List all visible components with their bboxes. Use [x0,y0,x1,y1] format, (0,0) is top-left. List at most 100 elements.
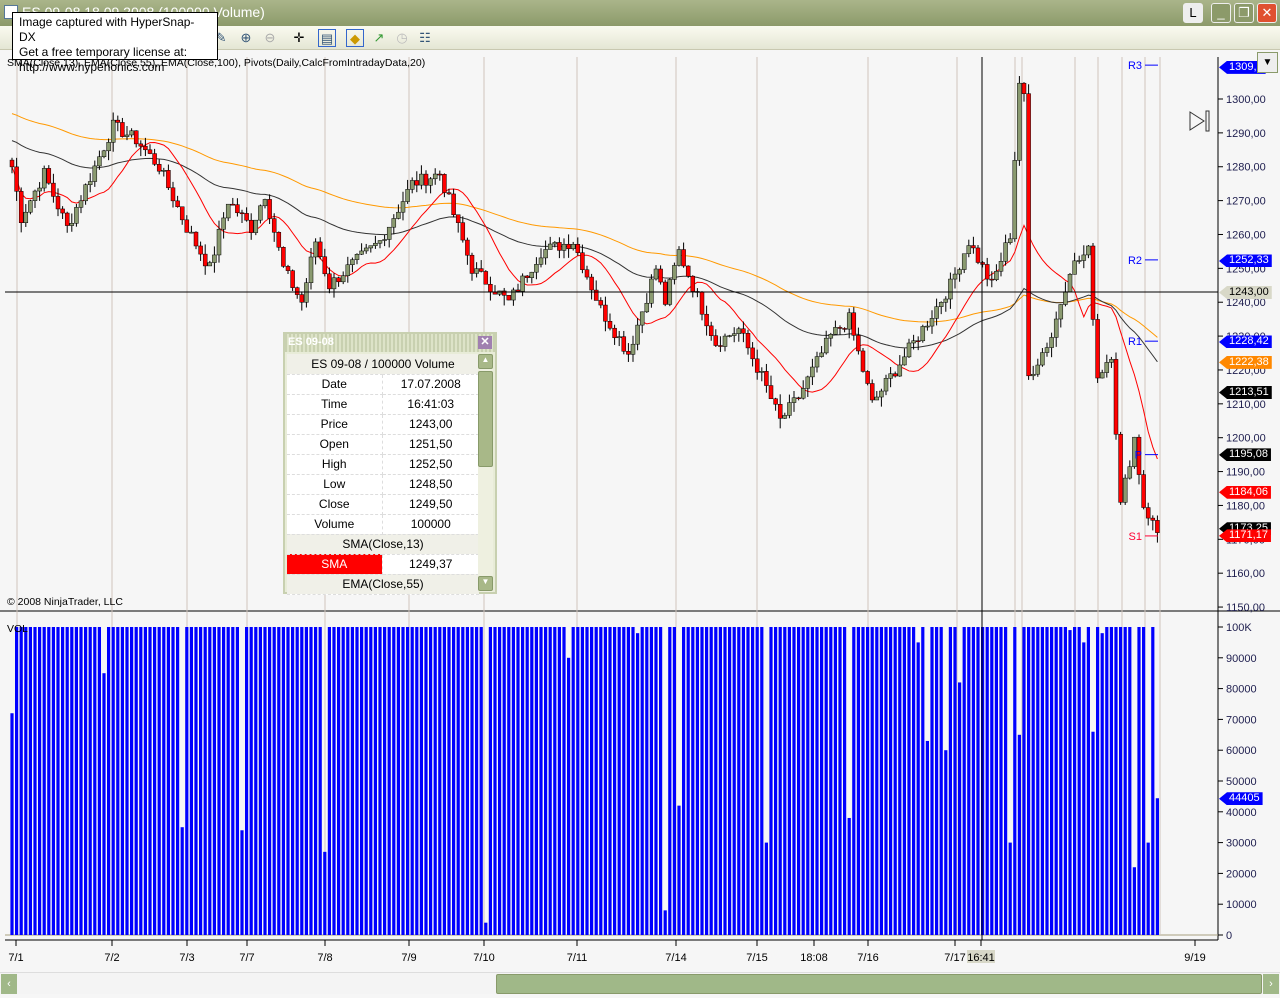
horizontal-scrollbar[interactable]: ‹ › [0,972,1280,994]
zoom-in-icon[interactable]: ⊕ [237,29,255,47]
data-box-window[interactable]: ES 09-08 ✕ ES 09-08 / 100000 Volume Date 1… [283,332,497,595]
clock-icon[interactable]: ◷ [393,29,411,47]
volume-bar [456,627,460,935]
volume-bar [801,627,805,935]
link-button[interactable]: L [1183,3,1203,23]
candle-body [1109,359,1114,363]
candle-body [64,212,70,226]
volume-tick-label: 30000 [1226,838,1257,850]
minimize-button[interactable]: _ [1211,3,1231,23]
volume-tick-label: 70000 [1226,714,1257,726]
volume-bar [994,627,998,935]
volume-bar [134,627,138,935]
candle-body [828,334,834,339]
candle-body [78,200,84,208]
candle-body [961,253,967,270]
volume-bar [686,627,690,935]
chart-menu-dropdown[interactable]: ▼ [1257,52,1278,73]
candle-body [308,256,314,283]
candle-body [345,264,351,276]
volume-bar [626,627,630,935]
volume-bar [51,627,55,935]
price-tick-label: 1180,00 [1226,500,1265,512]
volume-bar [231,627,235,935]
strategy-icon[interactable]: ◆ [346,29,364,47]
scroll-right-button[interactable]: › [1263,974,1279,994]
candle-body [106,142,111,152]
volume-bar [479,627,483,935]
volume-bar [240,830,244,935]
price-chart[interactable]: R3 R2 R1 P S1 1300,00 1290,00 1280,00 1270,00 126… [0,50,1280,972]
zoom-out-icon[interactable]: ⊖ [261,29,279,47]
volume-bar [341,627,345,935]
volume-bar [907,627,911,935]
candle-body [635,324,640,345]
candle-body [1044,347,1050,353]
candle-body [483,271,489,285]
candle-body [1141,474,1146,508]
indicator-icon[interactable]: ↗ [370,29,388,47]
candle-body [1021,82,1027,94]
data-box-close-button[interactable]: ✕ [478,336,492,349]
maximize-button[interactable]: ❐ [1234,3,1254,23]
volume-bar [967,627,971,935]
candle-body [529,271,535,278]
volume-bar [111,627,115,935]
volume-bar [254,627,258,935]
candle-body [589,276,594,291]
candle-body [423,173,429,186]
candle-body [327,273,332,290]
data-box-titlebar[interactable]: ES 09-08 ✕ [285,334,495,352]
candle-body [833,327,838,335]
volume-bar [746,627,750,935]
volume-bar [1137,627,1141,935]
volume-bar [567,657,571,935]
candle-body [616,336,622,339]
volume-bar [847,817,851,935]
close-button[interactable]: ✕ [1257,3,1277,23]
scroll-up-button[interactable]: ▲ [478,354,493,369]
volume-bar [65,627,69,935]
candle-body [1012,160,1018,240]
volume-bar [130,627,134,935]
volume-bar [971,627,975,935]
scroll-thumb[interactable] [496,974,1262,994]
volume-tick-label: 100K [1226,622,1252,634]
candle-body [883,378,889,392]
candle-body [741,328,746,334]
candle-body [676,249,682,266]
volume-bar [401,627,405,935]
properties-icon[interactable]: ☷ [416,29,434,47]
crosshair-icon[interactable]: ✛ [290,29,308,47]
candle-body [906,342,912,358]
candle-body [1049,337,1054,348]
volume-bar [281,627,285,935]
candle-body [685,265,691,277]
sma-value: 1249,37 [382,554,479,575]
volume-bar [1128,627,1132,935]
candle-body [1063,291,1068,305]
volume-bar [764,842,768,935]
volume-bar [530,627,534,935]
data-box-scrollbar[interactable]: ▲ ▼ [478,354,493,592]
candle-body [18,191,24,224]
candle-body [179,206,185,221]
row-label: Date [287,374,383,395]
price-tick-label: 1280,00 [1226,162,1266,174]
candle-body [773,398,778,405]
volume-bar [295,627,299,935]
volume-bar [557,627,561,935]
candle-body [902,356,907,366]
candle-body [1076,260,1082,262]
time-label: 7/16 [857,952,878,964]
scroll-left-button[interactable]: ‹ [1,974,17,994]
copyright: © 2008 NinjaTrader, LLC [7,596,123,608]
volume-bar [709,627,713,935]
data-box-icon[interactable]: ▤ [318,29,336,47]
candle-body [1113,359,1119,435]
data-box-title: ES 09-08 [288,336,334,348]
scroll-down-button[interactable]: ▼ [478,576,493,591]
scroll-thumb[interactable] [478,371,493,467]
candle-body [1127,466,1133,479]
candle-body [630,343,636,355]
